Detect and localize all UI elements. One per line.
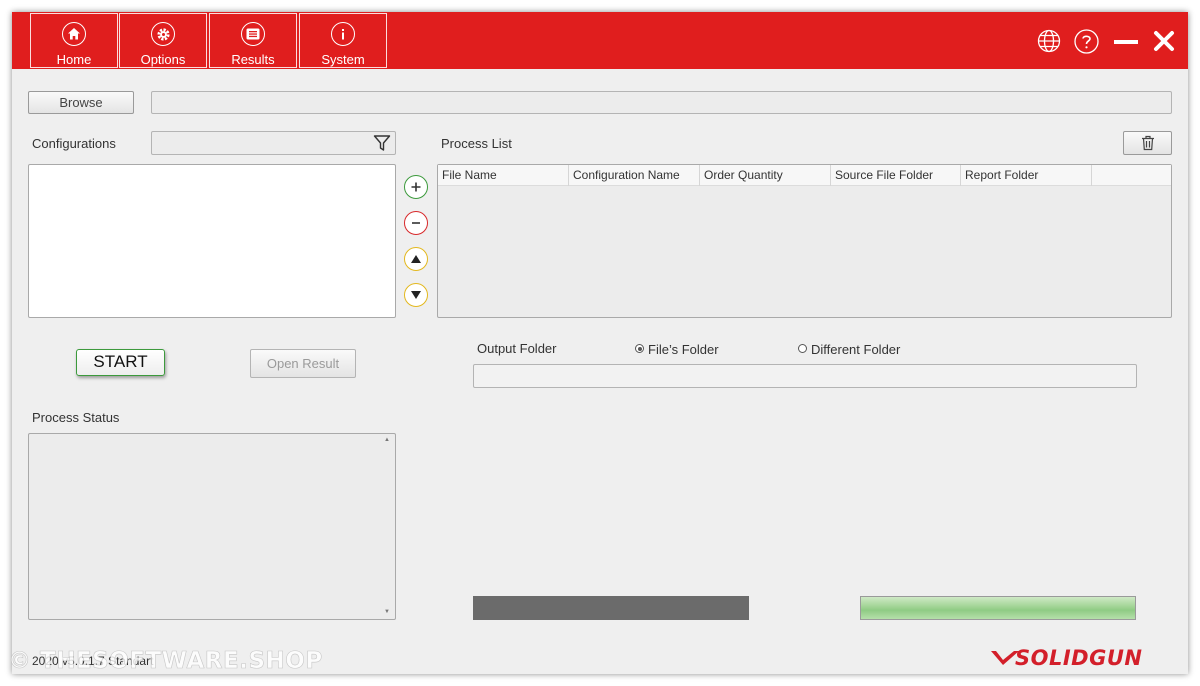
nav-results-label: Results <box>231 52 275 67</box>
arrow-up-icon <box>411 255 421 263</box>
minus-icon <box>412 222 420 224</box>
process-status-label: Process Status <box>32 410 120 425</box>
different-folder-radio[interactable] <box>798 344 807 353</box>
add-configuration-button[interactable] <box>404 175 428 199</box>
browse-button[interactable]: Browse <box>28 91 134 114</box>
top-bar: Home Options Results System <box>12 12 1188 69</box>
process-status-log[interactable]: ▲ ▼ <box>28 433 396 620</box>
nav-results-button[interactable]: Results <box>209 13 297 68</box>
configurations-filter-field[interactable] <box>151 131 396 155</box>
info-icon <box>331 22 355 46</box>
nav-system-label: System <box>321 52 365 67</box>
browse-path-field[interactable] <box>151 91 1172 114</box>
move-up-button[interactable] <box>404 247 428 271</box>
nav-home-label: Home <box>56 52 92 67</box>
different-folder-option-label[interactable]: Different Folder <box>811 342 900 357</box>
column-header-filler <box>1092 165 1171 186</box>
help-icon[interactable] <box>1073 28 1099 54</box>
column-header-file-name[interactable]: File Name <box>438 165 569 186</box>
scroll-down-icon[interactable]: ▼ <box>384 609 390 615</box>
file-progress-bar <box>860 596 1136 620</box>
delete-process-button[interactable] <box>1123 131 1172 155</box>
nav-options-button[interactable]: Options <box>119 13 207 68</box>
output-folder-path-field[interactable] <box>473 364 1137 388</box>
home-icon <box>62 22 86 46</box>
process-list-table[interactable]: File Name Configuration Name Order Quant… <box>437 164 1172 318</box>
configurations-label: Configurations <box>32 136 116 151</box>
watermark-text: © THESOFTWARE.SHOP <box>8 648 323 675</box>
gear-icon <box>151 22 175 46</box>
trash-icon <box>1141 135 1154 151</box>
column-header-configuration-name[interactable]: Configuration Name <box>569 165 700 186</box>
open-result-button[interactable]: Open Result <box>250 349 356 378</box>
list-icon <box>241 22 265 46</box>
minimize-icon[interactable] <box>1113 28 1139 54</box>
remove-configuration-button[interactable] <box>404 211 428 235</box>
output-folder-label: Output Folder <box>477 341 557 356</box>
column-header-source-file-folder[interactable]: Source File Folder <box>831 165 961 186</box>
scroll-up-icon[interactable]: ▲ <box>384 437 390 443</box>
files-folder-radio[interactable] <box>635 344 644 353</box>
nav-system-button[interactable]: System <box>299 13 387 68</box>
close-icon[interactable] <box>1151 28 1177 54</box>
nav-options-label: Options <box>140 52 186 67</box>
globe-icon[interactable] <box>1036 28 1062 54</box>
arrow-down-icon <box>411 291 421 299</box>
process-list-header: File Name Configuration Name Order Quant… <box>438 165 1171 186</box>
app-window: Home Options Results System Browse Confi… <box>12 12 1188 674</box>
plus-icon <box>411 182 421 192</box>
brand-name: SOLIDGUN <box>1015 646 1143 670</box>
start-button[interactable]: START <box>76 349 165 376</box>
column-header-report-folder[interactable]: Report Folder <box>961 165 1092 186</box>
filter-icon[interactable] <box>373 134 391 155</box>
move-down-button[interactable] <box>404 283 428 307</box>
files-folder-option-label[interactable]: File’s Folder <box>648 342 719 357</box>
process-progress-bar <box>473 596 749 620</box>
configurations-list[interactable] <box>28 164 396 318</box>
brand-logo: SOLIDGUN <box>990 646 1142 670</box>
process-list-label: Process List <box>441 136 512 151</box>
nav-home-button[interactable]: Home <box>30 13 118 68</box>
column-header-order-quantity[interactable]: Order Quantity <box>700 165 831 186</box>
